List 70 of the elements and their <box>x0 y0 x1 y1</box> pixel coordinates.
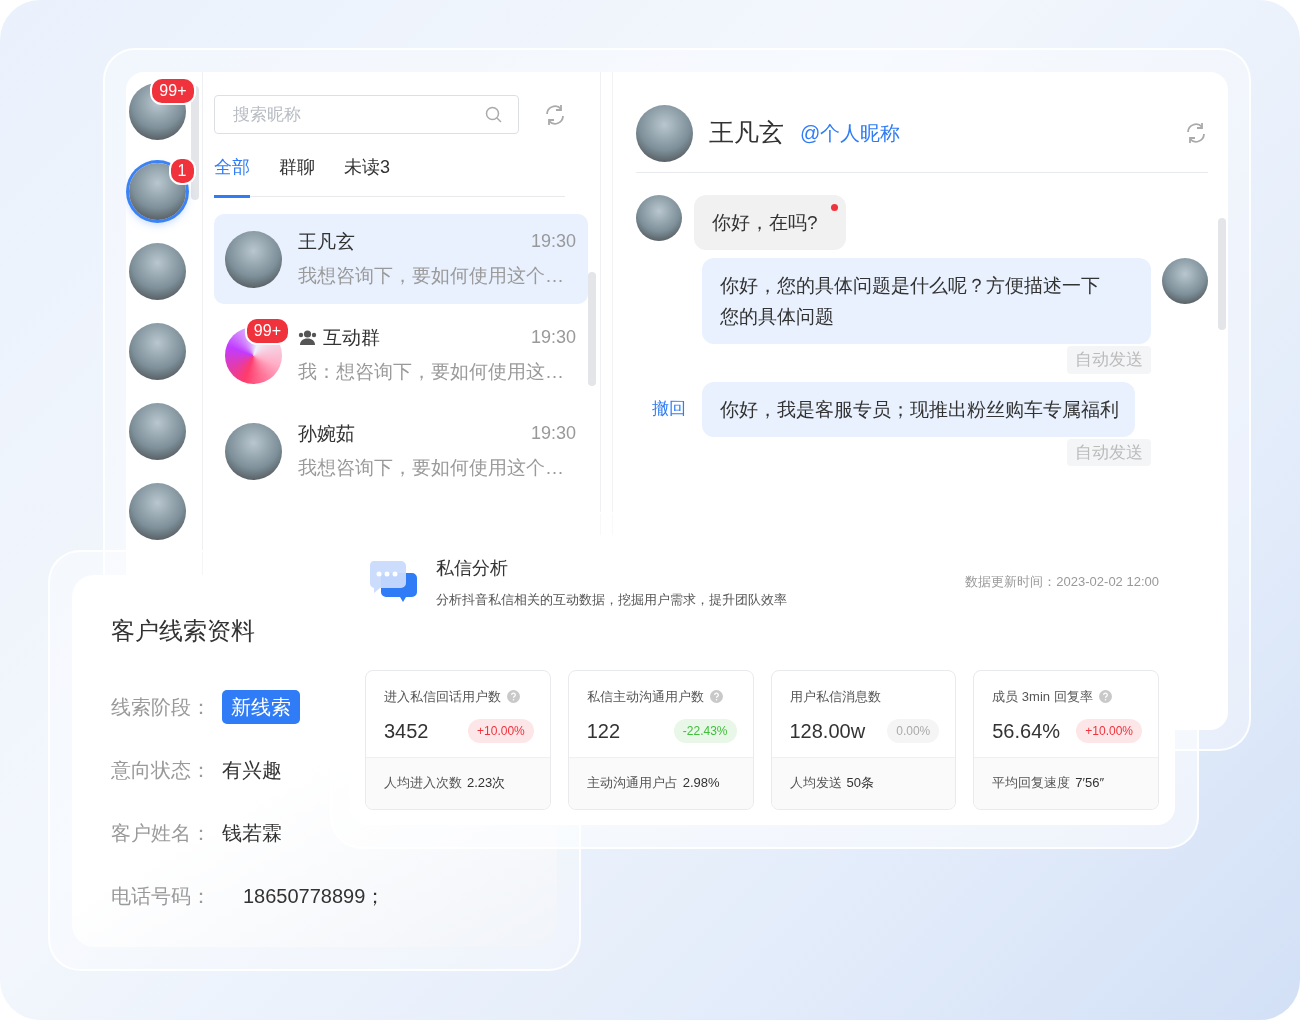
tab[interactable]: 全部 <box>214 154 250 198</box>
message-time: 19:30 <box>530 326 576 350</box>
metric-label: 成员 3min 回复率 <box>992 687 1093 706</box>
message-bubble: 你好，我是客服专员；现推出粉丝购车专属福利 <box>702 381 1135 437</box>
status-label: 自动发送 <box>1067 438 1151 466</box>
status-label: 自动发送 <box>1067 346 1151 374</box>
unread-badge: 99+ <box>150 77 196 105</box>
footer-label: 人均发送 <box>789 774 842 793</box>
field-label: 电话号码： <box>111 884 212 909</box>
footer-value: 2.98% <box>682 774 720 793</box>
metric-label: 进入私信回话用户数 <box>384 687 501 706</box>
tab[interactable]: 未读3 <box>344 154 390 198</box>
avatar-placeholder <box>636 104 693 162</box>
message-preview: 我：想咨询下，要如何使用这… <box>298 360 565 384</box>
footer-label: 主动沟通用户占 <box>586 774 678 793</box>
contact-name: 王凡玄 <box>298 229 355 254</box>
field-value: 有兴趣 <box>222 758 282 783</box>
avatar-placeholder[interactable] <box>128 243 186 300</box>
metric-value: 3452 <box>384 719 429 744</box>
metric-label: 用户私信消息数 <box>789 687 881 706</box>
message-bubble: 你好，您的具体问题是什么呢？方便描述一下您的具体问题 <box>702 258 1151 344</box>
conversation-item[interactable]: 王凡玄 19:30 我想咨询下，要如何使用这个… <box>214 214 588 304</box>
message-preview: 我想咨询下，要如何使用这个… <box>298 264 565 288</box>
message-time: 19:30 <box>530 230 576 254</box>
avatar-placeholder[interactable] <box>128 323 186 380</box>
card-subtitle: 分析抖音私信相关的互动数据，挖掘用户需求，提升团队效率 <box>436 591 787 609</box>
avatar-placeholder[interactable] <box>128 483 186 540</box>
change-badge: +10.00% <box>468 719 534 743</box>
footer-label: 人均进入次数 <box>384 774 462 793</box>
contact-name: 互动群 <box>323 325 380 350</box>
change-badge: +10.00% <box>1076 719 1142 743</box>
avatar-placeholder[interactable] <box>128 403 186 460</box>
field-value: 18650778899； <box>243 884 386 909</box>
contact-name: 孙婉茹 <box>298 421 355 446</box>
field-value: 钱若霖 <box>222 821 282 846</box>
conversation-item[interactable]: 99+ 互动群 19:30 我：想咨询下，要如何使用这… <box>214 310 588 400</box>
metric-value: 128.00w <box>789 719 866 744</box>
metric-label: 私信主动沟通用户数 <box>586 687 704 706</box>
avatar-placeholder <box>225 422 282 480</box>
tab[interactable]: 群聊 <box>279 154 315 198</box>
metric-value: 56.64% <box>992 719 1061 744</box>
search-icon <box>485 106 502 123</box>
message-preview: 我想咨询下，要如何使用这个… <box>298 456 565 480</box>
footer-value: 2.23次 <box>467 774 506 793</box>
footer-label: 平均回复速度 <box>992 774 1071 793</box>
stage-tag: 新线索 <box>222 690 300 724</box>
card-title: 私信分析 <box>436 557 509 580</box>
avatar-placeholder[interactable] <box>128 163 186 220</box>
footer-value: 7′56″ <box>1075 774 1104 793</box>
handle-link[interactable]: @个人昵称 <box>800 118 901 148</box>
field-label: 客户姓名： <box>111 821 212 846</box>
chat-bubbles-icon <box>368 559 418 603</box>
unread-badge: 99+ <box>244 316 290 345</box>
recall-link[interactable]: 撤回 <box>652 396 686 422</box>
card-title: 客户线索资料 <box>111 616 256 646</box>
field-label: 意向状态： <box>111 758 212 783</box>
footer-value: 50条 <box>846 774 874 793</box>
message-time: 19:30 <box>530 422 576 446</box>
update-time: 数据更新时间：2023-02-02 12:00 <box>965 573 1159 591</box>
message-bubble: 你好，在吗? <box>694 195 846 250</box>
change-badge: 0.00% <box>887 719 940 743</box>
contact-name: 王凡玄 <box>709 117 784 149</box>
field-label: 线索阶段： <box>111 695 212 720</box>
group-icon <box>298 329 317 347</box>
change-badge: -22.43% <box>673 719 737 743</box>
avatar-placeholder <box>636 195 682 241</box>
search-field[interactable]: 搜索昵称 <box>214 95 519 134</box>
avatar-placeholder <box>225 230 282 288</box>
conversation-item[interactable]: 孙婉茹 19:30 我想咨询下，要如何使用这个… <box>214 406 588 496</box>
metric-value: 122 <box>586 719 621 744</box>
